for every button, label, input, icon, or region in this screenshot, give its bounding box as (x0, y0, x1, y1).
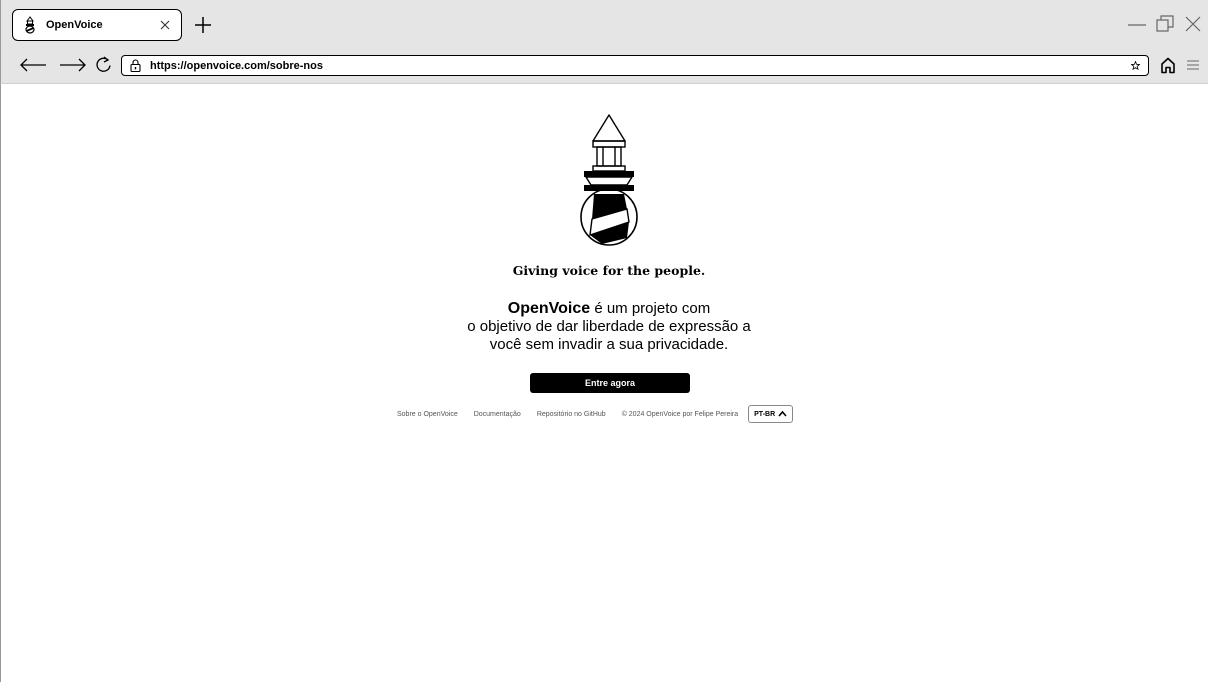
footer-copyright: © 2024 OpenVoice por Felipe Pereira (621, 410, 739, 418)
navigation-bar: https://openvoice.com/sobre-nos (0, 46, 1208, 84)
footer-link-docs[interactable]: Documentação (474, 411, 521, 418)
language-selector[interactable]: PT-BR (748, 405, 794, 423)
close-icon[interactable] (1182, 13, 1204, 35)
language-label: PT-BR (754, 410, 776, 418)
minimize-icon[interactable] (1126, 13, 1148, 35)
hamburger-icon[interactable] (1185, 54, 1201, 76)
close-icon[interactable] (157, 17, 173, 33)
enter-now-button[interactable]: Entre agora (530, 373, 690, 393)
window-edge (0, 84, 1, 682)
tab-bar: OpenVoice (0, 0, 1208, 46)
address-bar[interactable]: https://openvoice.com/sobre-nos (121, 55, 1149, 76)
tab-title: OpenVoice (46, 19, 103, 31)
description-line-1: OpenVoice é um projeto com (384, 300, 834, 318)
footer: Sobre o OpenVoice Documentação Repositór… (390, 404, 794, 424)
tagline: Giving voice for the people. (512, 263, 706, 278)
arrow-left-icon[interactable] (19, 54, 47, 76)
url-text[interactable]: https://openvoice.com/sobre-nos (150, 60, 1128, 72)
arrow-right-icon[interactable] (59, 54, 87, 76)
description-line-2: o objetivo de dar liberdade de expressão… (467, 318, 751, 335)
description-line-3: você sem invadir a sua privacidade. (489, 336, 729, 353)
footer-link-github[interactable]: Repositório no GitHub (537, 411, 606, 418)
description-line-1-rest: é um projeto com (590, 300, 711, 317)
home-icon[interactable] (1159, 54, 1177, 76)
lighthouse-icon (572, 113, 646, 249)
chevron-up-icon (778, 410, 787, 419)
footer-link-about[interactable]: Sobre o OpenVoice (397, 411, 458, 418)
star-icon[interactable] (1128, 59, 1142, 73)
browser-tab[interactable]: OpenVoice (12, 9, 182, 41)
reload-icon[interactable] (94, 54, 114, 76)
plus-icon[interactable] (192, 14, 214, 36)
project-description: OpenVoice é um projeto com o objetivo de… (384, 300, 834, 354)
lock-icon (128, 59, 142, 73)
lighthouse-icon (21, 16, 39, 34)
brand-name: OpenVoice (507, 300, 591, 317)
restore-icon[interactable] (1154, 13, 1176, 35)
